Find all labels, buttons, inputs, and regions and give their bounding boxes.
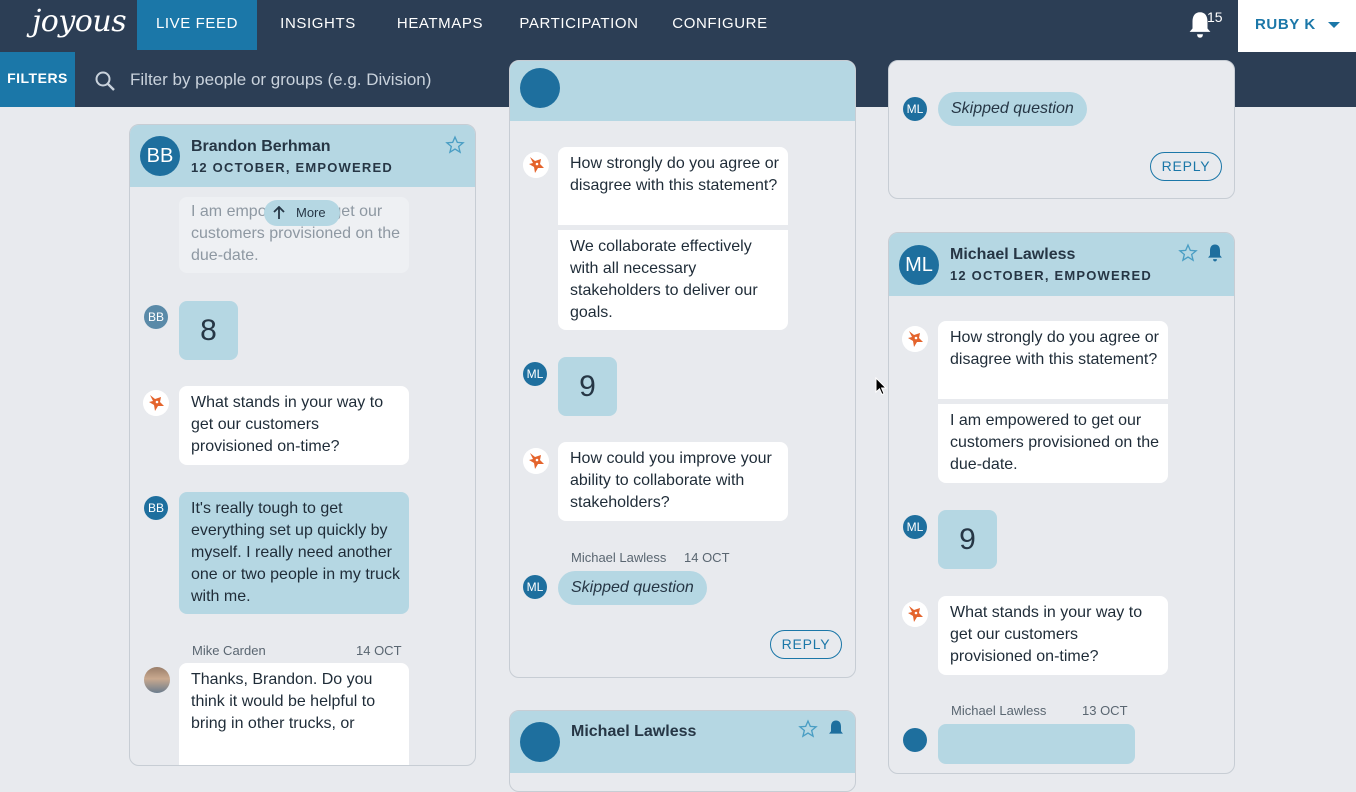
nav-insights[interactable]: INSIGHTS (266, 0, 370, 50)
card-header (510, 61, 855, 121)
card-header: BB Brandon Berhman 12 OCTOBER, EMPOWERED (130, 125, 475, 187)
statement-text: We collaborate effectively with all nece… (570, 238, 758, 321)
question-bubble: What stands in your way to get our custo… (938, 596, 1168, 675)
question-text: What stands in your way to get our custo… (191, 394, 384, 455)
skip-date: 14 OCT (684, 550, 730, 565)
search-icon (95, 71, 115, 91)
card-header: Michael Lawless (510, 711, 855, 773)
caret-down-icon (1328, 22, 1340, 28)
nav-configure[interactable]: CONFIGURE (664, 0, 776, 50)
answer-text: It's really tough to get everything set … (191, 500, 400, 605)
statement-text: I am empowered to get our customers prov… (950, 412, 1159, 473)
skipped-question-pill: Skipped question (938, 92, 1087, 126)
question-bubble: How strongly do you agree or disagree wi… (558, 147, 788, 225)
arrow-up-icon (273, 206, 285, 219)
bell-icon[interactable] (826, 719, 846, 739)
question-bubble: How could you improve your ability to co… (558, 442, 788, 521)
rating-value: 8 (179, 301, 238, 360)
skip-author: Michael Lawless (571, 550, 667, 565)
card-subtitle: 12 OCTOBER, EMPOWERED (950, 268, 1152, 283)
reply-date: 14 OCT (356, 643, 402, 658)
feed-card-michael-empowered: ML Michael Lawless 12 OCTOBER, EMPOWERED… (888, 232, 1235, 774)
filters-button[interactable]: FILTERS (0, 52, 75, 107)
user-name: RUBY K (1255, 16, 1316, 33)
joyous-bot-icon (523, 152, 549, 178)
avatar (520, 68, 560, 108)
avatar (520, 722, 560, 762)
nav-heatmaps[interactable]: HEATMAPS (384, 0, 496, 50)
answer-bubble: It's really tough to get everything set … (179, 492, 409, 614)
respondent-avatar: ML (903, 515, 927, 539)
notification-count: 15 (1207, 9, 1223, 25)
meta-author: Michael Lawless (951, 703, 1047, 718)
joyous-logo[interactable]: joyous (32, 4, 127, 39)
more-button[interactable]: More (264, 200, 340, 226)
star-icon[interactable] (445, 135, 465, 155)
card-author: Michael Lawless (950, 246, 1076, 263)
mouse-cursor-icon (875, 377, 887, 396)
rating-value: 9 (558, 357, 617, 416)
nav-participation[interactable]: PARTICIPATION (508, 0, 650, 50)
star-icon[interactable] (1178, 243, 1198, 263)
feed-card-brandon: BB Brandon Berhman 12 OCTOBER, EMPOWERED… (129, 124, 476, 766)
joyous-bot-icon (523, 448, 549, 474)
reply-bubble: Thanks, Brandon. Do you think it would b… (179, 663, 409, 765)
question-bubble: What stands in your way to get our custo… (179, 386, 409, 465)
statement-bubble: We collaborate effectively with all nece… (558, 230, 788, 330)
feed-card-michael-collaboration: How strongly do you agree or disagree wi… (509, 60, 856, 678)
question-bubble: How strongly do you agree or disagree wi… (938, 321, 1168, 399)
respondent-avatar (903, 728, 927, 752)
user-menu[interactable]: RUBY K (1238, 0, 1356, 52)
more-label: More (296, 205, 326, 220)
card-author: Michael Lawless (571, 723, 697, 740)
bell-icon[interactable] (1205, 243, 1225, 263)
reply-author: Mike Carden (192, 643, 266, 658)
collapsed-statement: I am empowered to get our customers prov… (179, 197, 409, 273)
question-text: How strongly do you agree or disagree wi… (950, 329, 1159, 368)
card-subtitle: 12 OCTOBER, EMPOWERED (191, 160, 393, 175)
joyous-bot-icon (902, 601, 928, 627)
joyous-bot-icon (143, 390, 169, 416)
top-navigation-bar: joyous LIVE FEED INSIGHTS HEATMAPS PARTI… (0, 0, 1356, 52)
manager-avatar (144, 667, 170, 693)
answer-bubble (938, 724, 1135, 764)
star-icon[interactable] (798, 719, 818, 739)
card-author: Brandon Berhman (191, 138, 331, 155)
rating-value: 9 (938, 510, 997, 569)
avatar: BB (140, 136, 180, 176)
respondent-avatar: ML (523, 575, 547, 599)
skipped-question-pill: Skipped question (558, 571, 707, 605)
joyous-bot-icon (902, 326, 928, 352)
question-text: How could you improve your ability to co… (570, 450, 772, 511)
respondent-avatar: ML (903, 97, 927, 121)
reply-text: Thanks, Brandon. Do you think it would b… (191, 671, 376, 732)
respondent-avatar: ML (523, 362, 547, 386)
statement-bubble: I am empowered to get our customers prov… (938, 404, 1168, 483)
avatar: ML (899, 245, 939, 285)
meta-date: 13 OCT (1082, 703, 1128, 718)
feed-card-previous: ML Skipped question REPLY (888, 60, 1235, 199)
reply-button[interactable]: REPLY (770, 630, 842, 659)
nav-live-feed[interactable]: LIVE FEED (137, 0, 257, 50)
reply-button[interactable]: REPLY (1150, 152, 1222, 181)
question-text: What stands in your way to get our custo… (950, 604, 1143, 665)
respondent-avatar: BB (144, 305, 168, 329)
question-text: How strongly do you agree or disagree wi… (570, 155, 779, 194)
card-header: ML Michael Lawless 12 OCTOBER, EMPOWERED (889, 233, 1234, 296)
feed-card-michael-next: Michael Lawless (509, 710, 856, 792)
respondent-avatar: BB (144, 496, 168, 520)
